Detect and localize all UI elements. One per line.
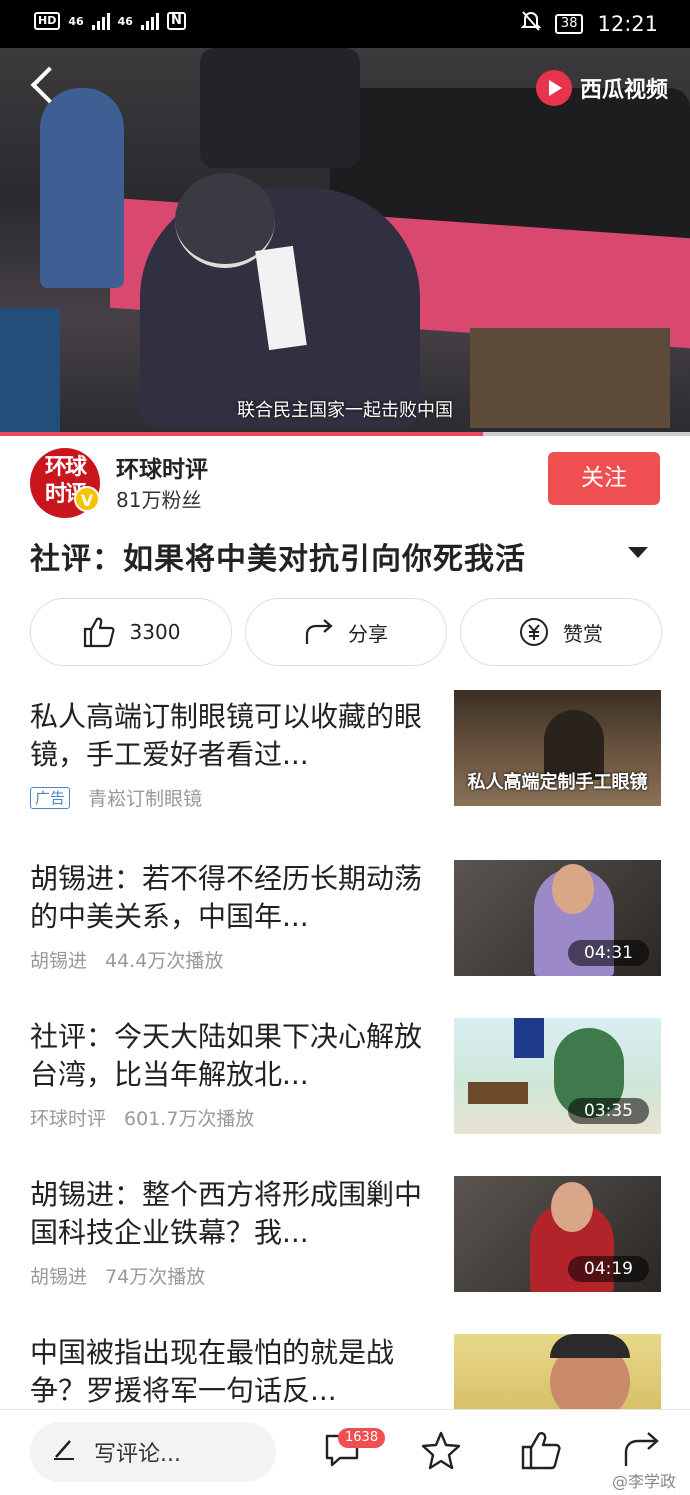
expand-caret-icon[interactable] <box>628 547 648 558</box>
nfc-icon: N <box>166 12 186 30</box>
xigua-logo-text: 西瓜视频 <box>579 78 668 103</box>
status-bar: HD 46 46 N 38 12:21 <box>0 0 690 48</box>
pen-icon <box>52 1437 76 1467</box>
list-item-meta: 广告 青崧订制眼镜 <box>30 784 202 811</box>
avatar-text-line-1: 环球 <box>44 455 87 480</box>
ad-tag: 广告 <box>30 786 71 809</box>
thumb-hair <box>550 1334 630 1358</box>
list-item-thumbnail: 04:19 <box>454 1176 661 1292</box>
video-scene-bags-2 <box>200 48 360 168</box>
list-item-meta: 胡锡进 74万次播放 <box>30 1262 205 1289</box>
yen-coin-icon <box>519 617 549 647</box>
like-button[interactable]: 3300 <box>30 598 232 666</box>
video-progress-bar[interactable] <box>0 432 690 436</box>
comment-count-badge: 1638 <box>338 1428 386 1448</box>
list-item-thumbnail <box>454 1334 661 1410</box>
comment-input[interactable]: 写评论... <box>30 1422 276 1482</box>
reward-button[interactable]: 赞赏 <box>460 598 662 666</box>
list-item-thumbnail: 03:35 <box>454 1018 661 1134</box>
list-item[interactable]: 社评：今天大陆如果下决心解放台湾，比当年解放北... 环球时评 601.7万次播… <box>0 1018 690 1158</box>
list-item-title: 社评：今天大陆如果下决心解放台湾，比当年解放北... <box>30 1020 423 1091</box>
list-item-views: 74万次播放 <box>105 1266 206 1288</box>
video-subtitle: 联合民主国家一起击败中国 <box>237 400 453 421</box>
thumbs-up-icon <box>82 616 116 648</box>
list-item-views: 44.4万次播放 <box>105 950 224 972</box>
battery-icon: 38 <box>554 13 584 34</box>
list-item-title: 私人高端订制眼镜可以收藏的眼镜，手工爱好者看过... <box>30 700 423 771</box>
network-type-1: 46 <box>68 14 84 28</box>
follow-button[interactable]: 关注 <box>548 452 660 505</box>
list-item-thumbnail: 04:31 <box>454 860 661 976</box>
list-item-meta: 胡锡进 44.4万次播放 <box>30 946 223 973</box>
list-item[interactable]: 私人高端订制眼镜可以收藏的眼镜，手工爱好者看过... 广告 青崧订制眼镜 私人高… <box>0 690 690 838</box>
list-item-thumbnail: 私人高端定制手工眼镜 <box>454 690 661 806</box>
list-item-meta: 环球时评 601.7万次播放 <box>30 1104 254 1131</box>
hd-indicator: HD <box>34 12 61 30</box>
star-icon[interactable] <box>420 1430 462 1474</box>
list-item-source: 青崧订制眼镜 <box>88 788 203 810</box>
signal-icon-2 <box>140 12 159 30</box>
share-arrow-icon <box>304 618 334 646</box>
thumb-cartoon-hat <box>514 1018 544 1058</box>
verified-badge-icon: V <box>74 486 100 512</box>
share-button[interactable]: 分享 <box>245 598 447 666</box>
video-duration: 04:31 <box>568 940 649 966</box>
network-type-2: 46 <box>117 14 133 28</box>
action-buttons: 3300 分享 赞赏 <box>30 598 662 666</box>
thumbs-up-icon[interactable] <box>520 1430 562 1474</box>
list-item-source: 环球时评 <box>30 1108 107 1130</box>
list-item-title: 胡锡进：整个西方将形成围剿中国科技企业铁幕？我... <box>30 1178 423 1249</box>
thumb-face <box>552 864 594 914</box>
author-name[interactable]: 环球时评 <box>116 450 208 484</box>
list-item-source: 胡锡进 <box>30 950 88 972</box>
comment-placeholder: 写评论... <box>94 1442 181 1467</box>
list-item[interactable]: 胡锡进：整个西方将形成围剿中国科技企业铁幕？我... 胡锡进 74万次播放 04… <box>0 1176 690 1316</box>
xigua-logo-icon <box>535 70 572 106</box>
bottom-bar: 写评论... 1638 <box>0 1409 690 1495</box>
thumb-caption: 私人高端定制手工眼镜 <box>467 772 648 793</box>
share-label: 分享 <box>348 621 388 646</box>
video-progress-fill <box>0 432 483 436</box>
author-row: 环球 时评 V 环球时评 81万粉丝 关注 <box>0 440 690 520</box>
list-item[interactable]: 胡锡进：若不得不经历长期动荡的中美关系，中国年... 胡锡进 44.4万次播放 … <box>0 860 690 1000</box>
xigua-video-logo: 西瓜视频 <box>535 70 668 106</box>
article-title: 社评：如果将中美对抗引向你死我活 <box>30 542 526 577</box>
weibo-watermark: @李学政 <box>612 1472 677 1491</box>
video-player[interactable]: 西瓜视频 联合民主国家一起击败中国 <box>0 48 690 432</box>
thumb-sign <box>468 1082 528 1104</box>
list-item-source: 胡锡进 <box>30 1266 88 1288</box>
list-item-views: 601.7万次播放 <box>124 1108 255 1130</box>
list-item-title: 中国被指出现在最怕的就是战争？罗援将军一句话反... <box>30 1336 395 1407</box>
signal-icon <box>91 12 110 30</box>
mute-bell-icon <box>520 10 542 37</box>
like-count: 3300 <box>129 620 181 644</box>
author-fans-count: 81万粉丝 <box>116 488 202 512</box>
reward-label: 赞赏 <box>563 621 603 646</box>
video-duration: 04:19 <box>568 1256 649 1282</box>
list-item-title: 胡锡进：若不得不经历长期动荡的中美关系，中国年... <box>30 862 423 933</box>
clock: 12:21 <box>597 11 658 36</box>
thumb-face <box>551 1182 593 1232</box>
video-duration: 03:35 <box>568 1098 649 1124</box>
video-scene-child <box>40 88 124 288</box>
